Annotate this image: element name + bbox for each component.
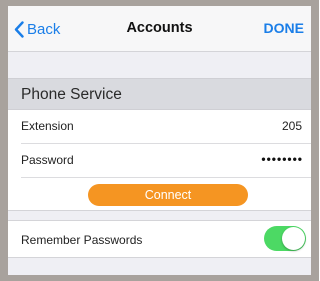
remember-passwords-toggle[interactable] [264,226,306,251]
row-divider [21,177,311,178]
section-title: Phone Service [21,86,122,103]
navigation-bar: Back Accounts DONE [8,6,311,52]
password-label: Password [21,153,74,167]
accounts-screen: Back Accounts DONE Phone Service Extensi… [8,6,311,275]
section-header: Phone Service [8,78,311,110]
remember-passwords-label: Remember Passwords [21,233,143,247]
extension-value[interactable]: 205 [282,119,302,133]
password-row[interactable]: Password •••••••• [8,144,311,177]
spacer [8,210,311,220]
spacer [8,52,311,78]
done-button[interactable]: DONE [264,20,304,36]
extension-row[interactable]: Extension 205 [8,110,311,143]
password-value[interactable]: •••••••• [261,152,303,166]
toggle-knob [282,227,305,250]
connect-button[interactable]: Connect [88,184,248,206]
remember-passwords-row: Remember Passwords [8,220,311,258]
account-fields-group: Extension 205 Password •••••••• Connect [8,110,311,210]
extension-label: Extension [21,119,74,133]
spacer [8,258,311,275]
